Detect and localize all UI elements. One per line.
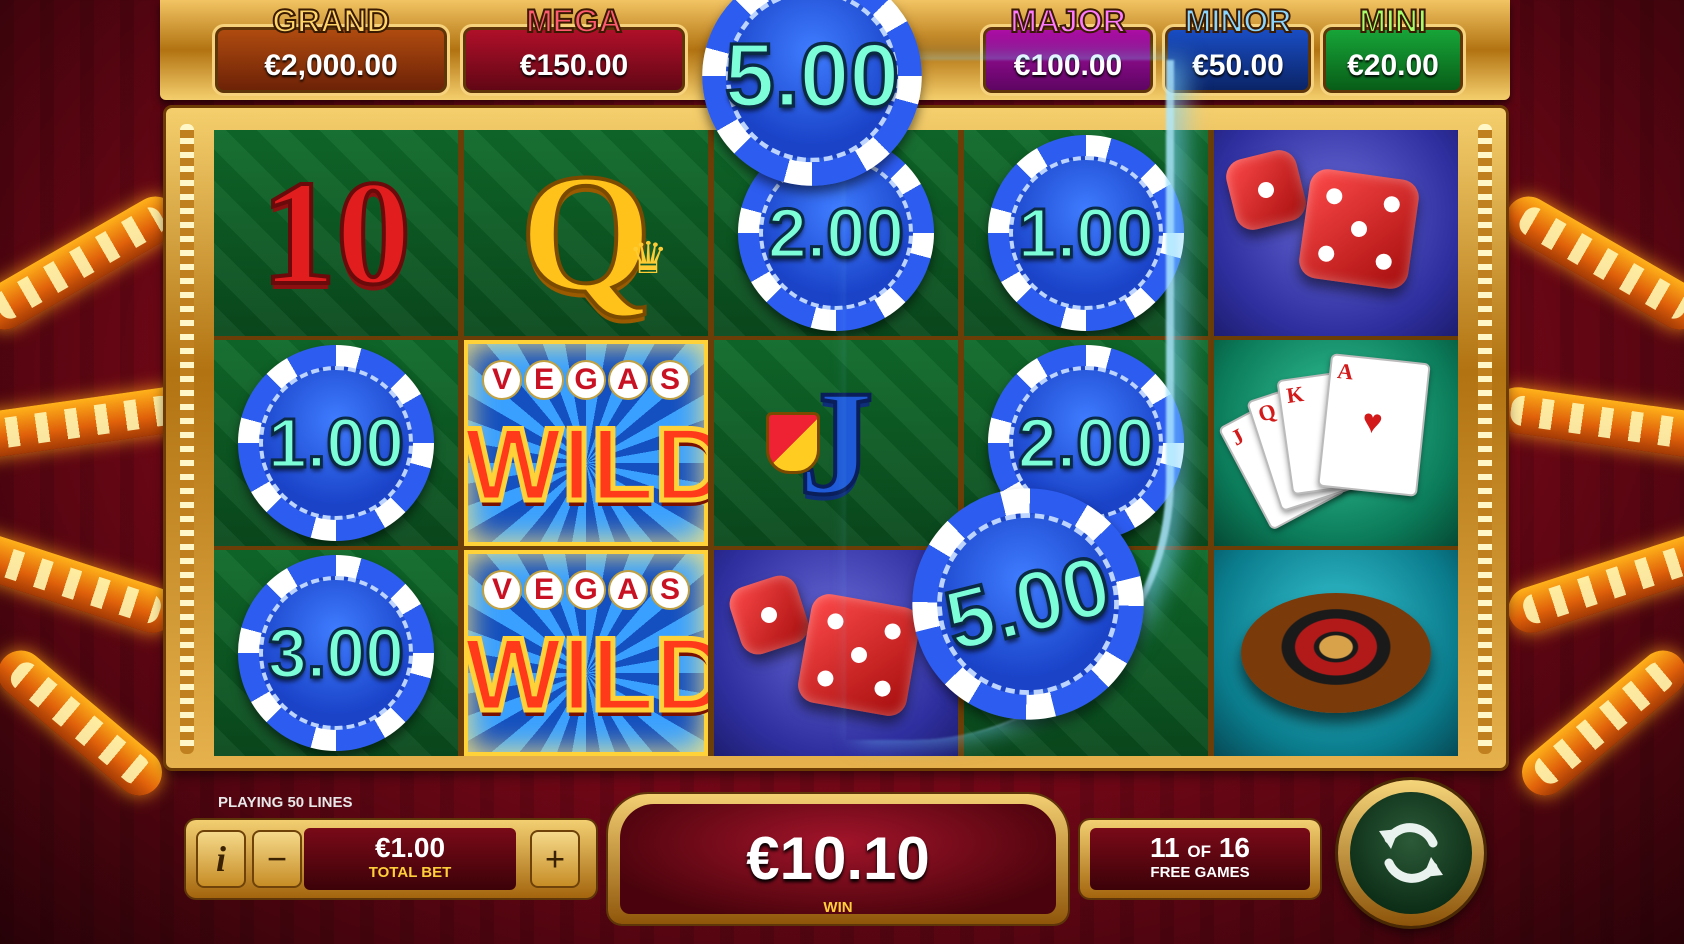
bet-panel: i − €1.00 TOTAL BET +	[186, 820, 596, 898]
spin-button[interactable]	[1338, 780, 1484, 926]
lines-indicator: PLAYING 50 LINES	[218, 794, 353, 811]
symbol-queen: Q ♛	[464, 130, 708, 336]
reel-frame: 10 1.00 3.00 Q ♛ VEGAS WILD V E G A S WI…	[166, 108, 1506, 768]
card-icon: A ♥	[1317, 353, 1431, 497]
right-bulb-strip	[1478, 124, 1492, 754]
free-games-total: 16	[1218, 832, 1250, 863]
symbol-chip: 1.00	[214, 340, 458, 546]
jackpot-mega: MEGA €150.00	[460, 2, 688, 96]
jackpot-minor-value: €50.00	[1192, 49, 1284, 82]
jackpot-grand: GRAND €2,000.00	[212, 2, 450, 96]
win-value: €10.10	[746, 825, 930, 892]
chip-icon: 5.00	[702, 0, 922, 186]
jackpot-grand-label: GRAND	[271, 2, 390, 40]
chip-value: 1.00	[266, 403, 405, 484]
shield-icon	[766, 412, 820, 474]
minus-icon: −	[266, 839, 288, 879]
right-marquee-decoration	[1484, 180, 1684, 805]
plus-icon: +	[544, 839, 566, 879]
symbol-wild: VEGAS WILD	[464, 340, 708, 546]
jackpot-grand-value: €2,000.00	[264, 49, 398, 82]
left-bulb-strip	[180, 124, 194, 754]
reel-2: Q ♛ VEGAS WILD VEGAS WILD	[464, 130, 708, 756]
jackpot-mini-value: €20.00	[1347, 49, 1439, 82]
jackpot-minor: MINOR €50.00	[1162, 2, 1314, 96]
symbol-cards: J Q K A ♥	[1214, 340, 1458, 546]
increase-bet-button[interactable]: +	[530, 830, 580, 888]
symbol-dice	[1214, 130, 1458, 336]
chip-value: 5.00	[723, 24, 901, 127]
total-bet-display: €1.00 TOTAL BET	[304, 828, 516, 890]
die-icon	[724, 570, 814, 660]
jackpot-mini-label: MINI	[1358, 2, 1428, 40]
jackpot-minor-label: MINOR	[1184, 2, 1293, 40]
jackpot-mini: MINI €20.00	[1320, 2, 1466, 96]
symbol-ten-text: 10	[259, 148, 413, 318]
die-icon	[1222, 146, 1310, 234]
free-games-current: 11	[1150, 832, 1180, 863]
info-button[interactable]: i	[196, 830, 246, 888]
reel-5: J Q K A ♥	[1214, 130, 1458, 756]
jackpot-major-label: MAJOR	[1009, 2, 1127, 40]
reel-1: 10 1.00 3.00	[214, 130, 458, 756]
crown-icon: ♛	[628, 233, 668, 284]
total-bet-value: €1.00	[374, 832, 446, 863]
die-icon	[1296, 166, 1422, 292]
free-games-counter: 11 OF 16	[1090, 832, 1310, 864]
symbol-chip: 3.00	[214, 550, 458, 756]
total-bet-label: TOTAL BET	[368, 864, 452, 881]
collected-chip-top: 5.00	[702, 0, 922, 186]
wild-vegas-lights: VEGAS	[464, 360, 708, 400]
wild-vegas-lights: VEGAS	[464, 570, 708, 610]
wild-text: WILD	[464, 405, 708, 526]
win-label: WIN	[823, 899, 853, 916]
free-games-panel: 11 OF 16 FREE GAMES	[1080, 820, 1320, 898]
wild-text: WILD	[464, 615, 708, 736]
info-icon: i	[215, 839, 226, 879]
reel-grid: 10 1.00 3.00 Q ♛ VEGAS WILD V E G A S WI…	[214, 130, 1458, 756]
free-games-of: OF	[1187, 842, 1212, 861]
jackpot-mega-value: €150.00	[519, 49, 629, 82]
symbol-ten: 10	[214, 130, 458, 336]
symbol-wild: VEGAS WILD	[464, 550, 708, 756]
symbol-roulette	[1214, 550, 1458, 756]
roulette-wheel-icon	[1241, 593, 1431, 713]
refresh-arrows-icon	[1379, 823, 1443, 883]
jackpot-mega-label: MEGA	[525, 2, 623, 40]
free-games-label: FREE GAMES	[1150, 864, 1250, 881]
chip-value: 3.00	[266, 613, 405, 694]
decrease-bet-button[interactable]: −	[252, 830, 302, 888]
win-panel: €10.10 WIN	[608, 794, 1068, 924]
